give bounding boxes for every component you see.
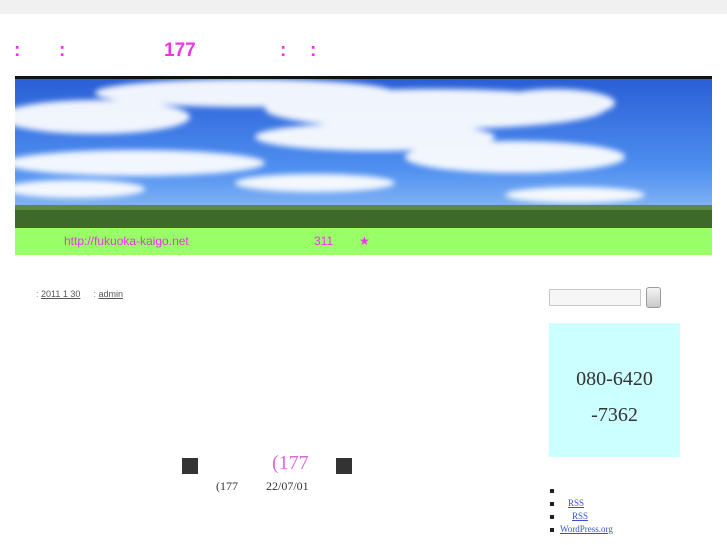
list-item[interactable]: RSS xyxy=(550,510,613,523)
post-date-link[interactable]: 2011 1 30 xyxy=(41,289,80,299)
title-colon-3: : xyxy=(280,40,287,61)
square-bullet-right-icon xyxy=(336,458,352,474)
title-number: 177 xyxy=(164,40,196,61)
meta-date-prefix: : xyxy=(36,289,39,299)
list-item[interactable]: RSS xyxy=(550,497,613,510)
phone-number-line1: 080-6420 xyxy=(576,368,653,390)
meta-author-prefix: : xyxy=(93,289,96,299)
post-meta: : 2011 1 30 : admin xyxy=(36,289,123,299)
phone-number-line2: -7362 xyxy=(591,404,638,426)
entries-rss-link[interactable]: RSS xyxy=(568,498,584,508)
announcement-bar: http://fukuoka-kaigo.net 311 ★ xyxy=(15,228,712,255)
title-colon-4: : xyxy=(310,40,317,61)
wordpress-org-link[interactable]: WordPress.org xyxy=(560,524,613,534)
phone-contact-box: 080-6420 -7362 xyxy=(549,323,680,457)
header-banner-image xyxy=(15,79,712,228)
square-bullet-left-icon xyxy=(182,458,198,474)
comments-rss-link[interactable]: RSS xyxy=(572,511,588,521)
list-item[interactable]: WordPress.org xyxy=(550,523,613,536)
title-colon-2: : xyxy=(59,40,66,61)
title-colon-1: : xyxy=(14,40,21,61)
post-sub-date: 22/07/01 xyxy=(266,479,309,493)
list-item[interactable] xyxy=(550,484,613,497)
site-url-text[interactable]: http://fukuoka-kaigo.net xyxy=(64,234,189,248)
post-sub-left: (177 xyxy=(216,479,238,493)
site-title[interactable]: : : 177 : : xyxy=(14,40,414,64)
star-icon: ★ xyxy=(359,234,370,248)
announcement-number: 311 xyxy=(314,234,334,248)
post-heading-text: (177 xyxy=(272,452,309,474)
top-bar xyxy=(0,0,727,14)
search-input[interactable] xyxy=(549,289,641,306)
post-heading: (177 xyxy=(182,452,362,476)
search-button[interactable] xyxy=(646,287,661,308)
post-author-link[interactable]: admin xyxy=(98,289,123,299)
sidebar-meta-links: RSS RSS WordPress.org xyxy=(550,484,613,536)
